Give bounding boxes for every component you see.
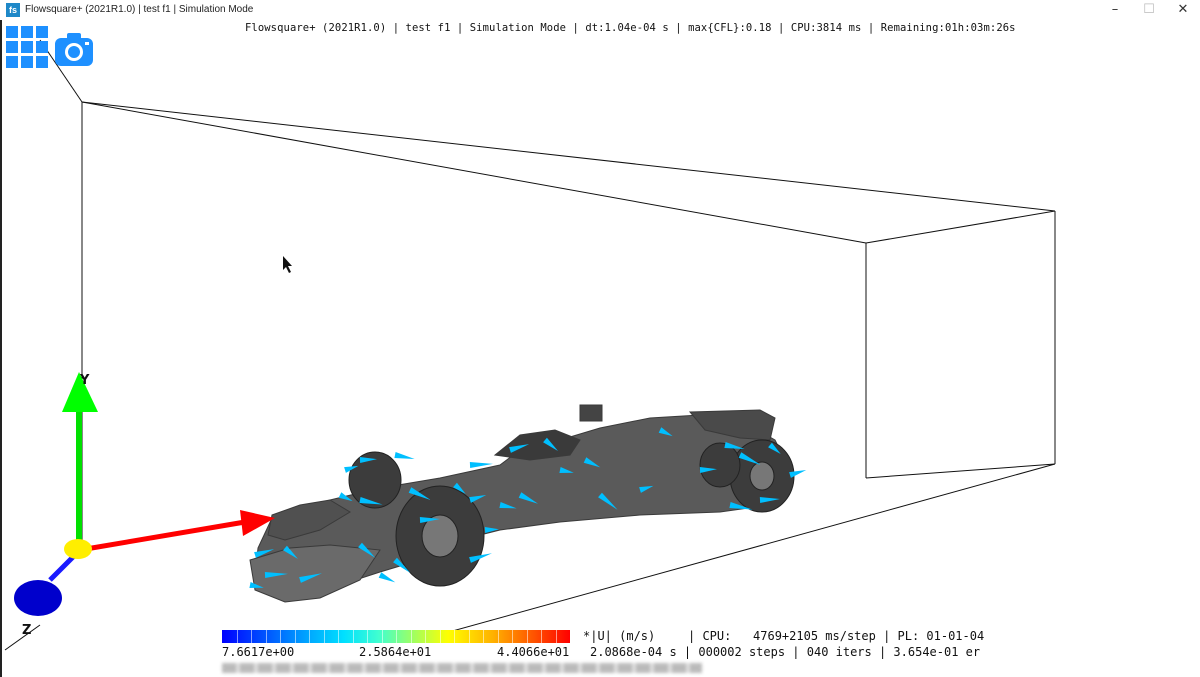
grid-menu-cell (6, 41, 18, 53)
axes-origin-marker (64, 539, 92, 559)
blurred-footer-text (222, 663, 702, 673)
grid-menu-cell (6, 56, 18, 68)
car-cockpit-halo (493, 429, 581, 461)
camera-icon[interactable] (54, 32, 94, 68)
colorbar-tick (410, 630, 412, 643)
f1-car-model (249, 404, 791, 603)
domain-edge-top-right (865, 210, 1056, 244)
wheel-rear-left (699, 442, 741, 488)
colorbar-tick (265, 630, 267, 643)
colorbar-tick (294, 630, 296, 643)
maximize-button[interactable]: ☐ (1132, 0, 1166, 20)
grid-menu-cell (6, 26, 18, 38)
grid-menu-icon[interactable] (6, 26, 50, 70)
colorbar-tick (454, 630, 455, 643)
wheel-front-right (348, 451, 402, 509)
x-axis-arrow (79, 519, 246, 553)
close-button[interactable]: ✕ (1166, 0, 1200, 20)
colorbar-min-label: 7.6617e+00 (222, 645, 295, 659)
grid-menu-cell (21, 56, 33, 68)
colorbar-tick (381, 630, 383, 643)
window-titlebar: fs Flowsquare+ (2021R1.0) | test f1 | Si… (0, 0, 1200, 20)
colorbar-mid-label: 2.5864e+01 (359, 645, 432, 659)
grid-menu-cell (36, 26, 48, 38)
colorbar-tick (352, 630, 354, 643)
colorbar-tick (439, 630, 441, 643)
domain-edge-bottom-right (865, 463, 1056, 479)
grid-menu-cell (36, 41, 48, 53)
app-icon: fs (6, 3, 20, 17)
domain-edge-top-inner (81, 101, 867, 244)
y-axis-label: Y (79, 373, 90, 388)
wheel-rear-right-hub (749, 461, 775, 491)
colorbar-tick (468, 630, 470, 643)
footer-cpu-line: | CPU: 4769+2105 ms/step | PL: 01-01-04 (688, 629, 985, 643)
z-axis-label: Z (22, 623, 31, 638)
window-title: Flowsquare+ (2021R1.0) | test f1 | Simul… (25, 4, 254, 15)
simulation-viewport[interactable]: Y Z (0, 20, 1200, 677)
colorbar-tick (309, 630, 310, 643)
domain-edge-top-back (81, 101, 1056, 212)
minimize-button[interactable]: – (1098, 0, 1132, 20)
colorbar-tick (323, 630, 325, 643)
colorbar-tick (497, 630, 499, 643)
velocity-vector-glyph (394, 452, 415, 459)
grid-menu-cell (21, 26, 33, 38)
colorbar-tick (483, 630, 484, 643)
footer-steps-line: 2.0868e-04 s | 000002 steps | 040 iters … (590, 645, 981, 659)
colorbar-variable-label: *|U| (m/s) (583, 629, 656, 643)
grid-menu-cell (36, 56, 48, 68)
mouse-cursor-icon (283, 256, 292, 273)
car-airbox (579, 404, 603, 422)
colorbar-tick (526, 630, 528, 643)
domain-box (4, 39, 1056, 651)
colorbar-tick (251, 630, 252, 643)
velocity-colorbar (222, 630, 570, 643)
colorbar-tick (396, 630, 397, 643)
colorbar-tick (541, 630, 542, 643)
velocity-vector-glyph (378, 572, 396, 583)
z-axis-arrowhead (14, 580, 62, 616)
colorbar-tick (280, 630, 281, 643)
colorbar-tick (367, 630, 368, 643)
colorbar-tick (338, 630, 339, 643)
colorbar-tick (512, 630, 513, 643)
colorbar-tick (236, 630, 238, 643)
coordinate-axes: Y Z (14, 372, 275, 638)
colorbar-max-label: 4.4066e+01 (497, 645, 570, 659)
grid-menu-cell (21, 41, 33, 53)
colorbar-tick (425, 630, 426, 643)
colorbar-tick (555, 630, 557, 643)
